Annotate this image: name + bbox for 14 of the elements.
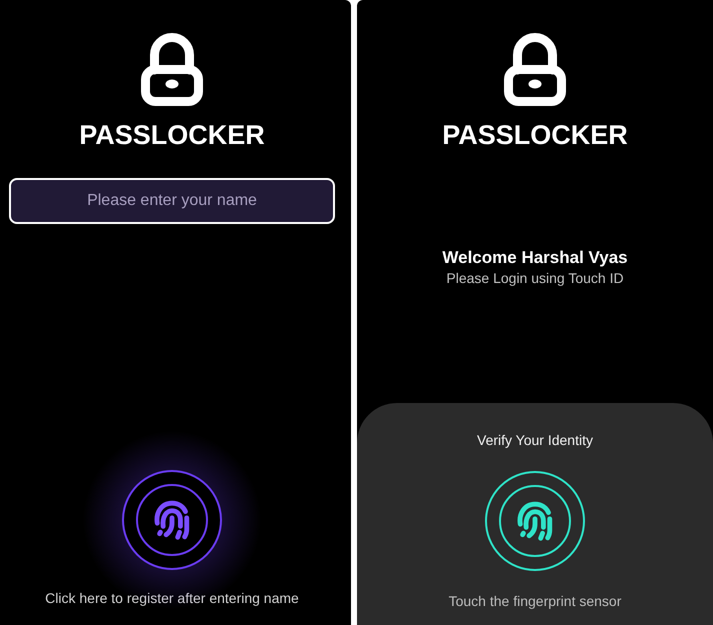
name-input-field[interactable]: Please enter your name: [9, 178, 335, 224]
app-title: PASSLOCKER: [442, 119, 628, 151]
login-subtitle: Please Login using Touch ID: [446, 270, 624, 287]
padlock-icon: [504, 33, 566, 106]
register-hint: Click here to register after entering name: [45, 590, 299, 607]
padlock-icon: [141, 33, 203, 106]
welcome-heading: Welcome Harshal Vyas: [442, 247, 628, 269]
sensor-hint: Touch the fingerprint sensor: [448, 593, 622, 610]
sheet-title: Verify Your Identity: [477, 432, 593, 449]
inner-ring: [499, 485, 571, 557]
fingerprint-icon: [515, 501, 555, 541]
app-title: PASSLOCKER: [79, 119, 265, 151]
inner-ring: [136, 484, 208, 556]
fingerprint-icon: [152, 500, 192, 540]
